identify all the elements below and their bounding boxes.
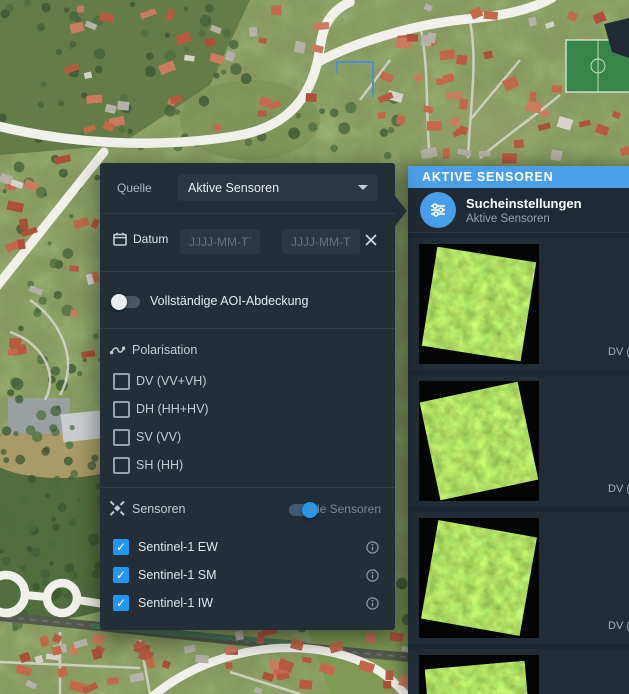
source-label: Quelle xyxy=(117,181,152,195)
sensors-label: Sensoren xyxy=(132,502,186,516)
settings-title: Sucheinstellungen xyxy=(466,196,582,211)
source-row: Quelle Aktive Sensoren xyxy=(100,163,395,213)
sensor-result-row[interactable]: DV (VV+VH) xyxy=(408,375,629,507)
polarisation-option-row: SV (VV) xyxy=(100,429,395,447)
sentinel1-sm-label: Sentinel-1 SM xyxy=(138,568,217,582)
satellite-icon xyxy=(109,500,125,516)
sensor-result-row[interactable]: DV (VV+VH) xyxy=(408,649,629,694)
polarisation-icon xyxy=(109,343,126,357)
result-polarisation: DV (VV+VH) xyxy=(608,620,629,632)
polarisation-sh-label: SH (HH) xyxy=(136,458,183,472)
source-select[interactable]: Aktive Sensoren xyxy=(178,174,378,201)
polarisation-dh-checkbox[interactable] xyxy=(113,401,130,418)
date-row: Datum xyxy=(100,213,395,272)
result-polarisation: DV (VV+VH) xyxy=(608,346,629,358)
source-select-value: Aktive Sensoren xyxy=(188,181,358,195)
satellite-thumbnail xyxy=(419,518,539,638)
polarisation-section: Polarisation DV (VV+VH) DH (HH+HV) SV (V… xyxy=(100,328,395,488)
aoi-coverage-label: Vollständige AOI-Abdeckung xyxy=(150,294,308,308)
sensor-result-row[interactable]: DV (VV+VH) xyxy=(408,238,629,370)
polarisation-option-row: SH (HH) xyxy=(100,457,395,475)
sentinel1-sm-checkbox[interactable]: ✓ xyxy=(113,567,129,583)
date-clear-button[interactable] xyxy=(361,231,381,251)
date-start-input[interactable] xyxy=(180,229,260,254)
polarisation-option-row: DV (VV+VH) xyxy=(100,373,395,391)
info-icon[interactable] xyxy=(366,597,379,610)
polarisation-label: Polarisation xyxy=(132,343,197,357)
close-icon xyxy=(364,233,378,247)
aoi-coverage-row: Vollständige AOI-Abdeckung xyxy=(100,271,395,329)
sidebar-header: AKTIVE SENSOREN xyxy=(408,166,629,188)
info-icon[interactable] xyxy=(366,541,379,554)
polarisation-dh-label: DH (HH+HV) xyxy=(136,402,209,416)
tune-icon xyxy=(420,192,456,228)
sentinel1-ew-label: Sentinel-1 EW xyxy=(138,540,218,554)
date-end-input[interactable] xyxy=(282,229,360,254)
polarisation-option-row: DH (HH+HV) xyxy=(100,401,395,419)
filter-panel: Quelle Aktive Sensoren Datum xyxy=(100,163,395,630)
sensor-option-row: ✓ Sentinel-1 SM xyxy=(100,567,395,587)
satellite-thumbnail xyxy=(419,655,539,694)
chevron-down-icon xyxy=(358,185,368,190)
polarisation-dv-label: DV (VV+VH) xyxy=(136,374,207,388)
all-sensors-label: Alle Sensoren xyxy=(306,502,381,516)
sensors-section: Sensoren Alle Sensoren ✓ Sentinel-1 EW ✓… xyxy=(100,487,395,631)
polarisation-sv-checkbox[interactable] xyxy=(113,429,130,446)
sentinel1-iw-label: Sentinel-1 IW xyxy=(138,596,213,610)
sensor-option-row: ✓ Sentinel-1 IW xyxy=(100,595,395,615)
info-icon[interactable] xyxy=(366,569,379,582)
sentinel1-iw-checkbox[interactable]: ✓ xyxy=(113,595,129,611)
sensor-result-row[interactable]: DV (VV+VH) xyxy=(408,512,629,644)
search-settings-row[interactable]: Sucheinstellungen Aktive Sensoren xyxy=(408,188,629,233)
calendar-icon xyxy=(113,232,127,246)
sensor-option-row: ✓ Sentinel-1 EW xyxy=(100,539,395,559)
panel-callout-arrow xyxy=(395,196,407,226)
polarisation-sv-label: SV (VV) xyxy=(136,430,181,444)
polarisation-dv-checkbox[interactable] xyxy=(113,373,130,390)
map-viewport[interactable]: Quelle Aktive Sensoren Datum xyxy=(0,0,629,694)
aoi-coverage-toggle[interactable] xyxy=(113,296,140,308)
toggle-knob xyxy=(111,294,127,310)
result-polarisation: DV (VV+VH) xyxy=(608,483,629,495)
polarisation-sh-checkbox[interactable] xyxy=(113,457,130,474)
satellite-thumbnail xyxy=(419,244,539,364)
satellite-thumbnail xyxy=(419,381,539,501)
active-sensors-sidebar: AKTIVE SENSOREN Sucheinstellungen Aktive… xyxy=(408,166,629,694)
sentinel1-ew-checkbox[interactable]: ✓ xyxy=(113,539,129,555)
settings-subtitle: Aktive Sensoren xyxy=(466,213,582,225)
date-label: Datum xyxy=(133,232,168,246)
